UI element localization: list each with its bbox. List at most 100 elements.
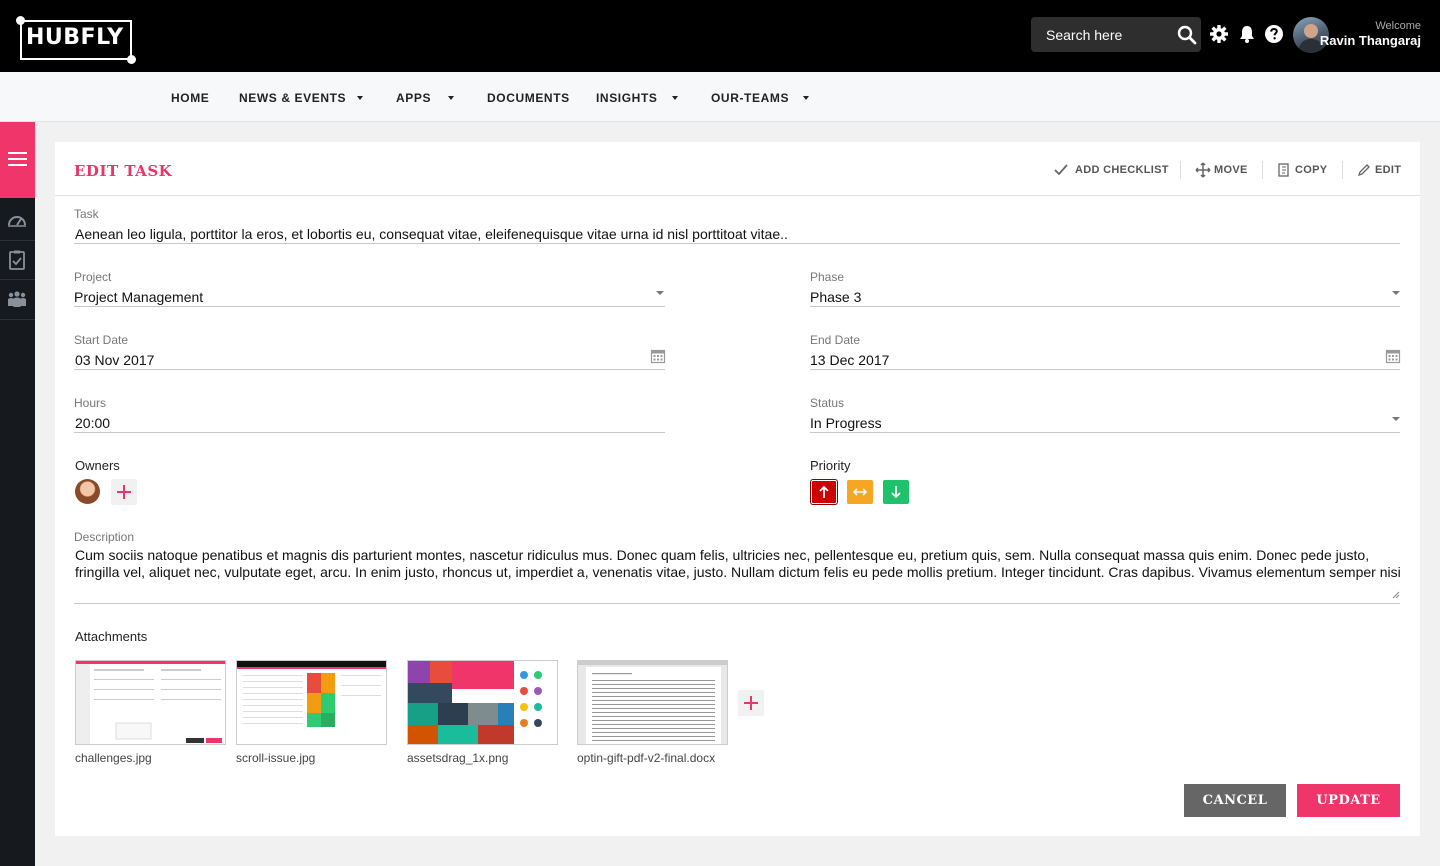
chevron-down-icon[interactable] — [672, 96, 678, 100]
move-button[interactable]: MOVE — [1195, 162, 1247, 178]
priority-high-button[interactable] — [811, 480, 837, 504]
project-select[interactable]: Project Management — [74, 289, 203, 305]
add-attachment-button[interactable] — [738, 690, 764, 716]
end-date-underline — [810, 369, 1400, 370]
copy-icon — [1278, 163, 1289, 177]
edit-label: EDIT — [1375, 164, 1402, 176]
project-label: Project — [74, 270, 112, 284]
menu-icon — [8, 158, 27, 160]
chevron-down-icon[interactable] — [803, 96, 809, 100]
nav-item-our-teams[interactable]: OUR-TEAMS — [711, 91, 789, 105]
calendar-icon[interactable] — [650, 348, 666, 364]
menu-icon — [8, 164, 27, 166]
add-checklist-button[interactable]: ADD CHECKLIST — [1053, 162, 1168, 178]
arrow-down-icon — [891, 486, 901, 499]
attachment-filename[interactable]: optin-gift-pdf-v2-final.docx — [577, 751, 715, 765]
bell-icon[interactable] — [1237, 24, 1257, 44]
cancel-button[interactable]: CANCEL — [1184, 784, 1286, 817]
hours-underline — [74, 432, 665, 433]
status-underline — [810, 432, 1400, 433]
chevron-down-icon[interactable] — [357, 96, 363, 100]
search-box[interactable]: Search here — [1031, 17, 1201, 52]
move-label: MOVE — [1214, 164, 1248, 176]
phase-label: Phase — [810, 270, 845, 284]
user-name[interactable]: Ravin Thangaraj — [1320, 33, 1421, 48]
menu-icon — [8, 152, 27, 154]
task-underline — [74, 243, 1400, 244]
chevron-down-icon[interactable] — [1392, 417, 1400, 421]
attachment-thumbnail[interactable] — [75, 660, 226, 745]
calendar-icon[interactable] — [1385, 348, 1401, 364]
nav-item-documents[interactable]: DOCUMENTS — [487, 91, 570, 105]
nav-item-home[interactable]: HOME — [171, 91, 209, 105]
attachment-preview — [408, 661, 542, 744]
owners-label: Owners — [75, 458, 120, 473]
description-underline — [74, 603, 1400, 604]
owner-avatar[interactable] — [75, 479, 100, 504]
menu-toggle-button[interactable] — [0, 122, 35, 198]
checkmark-icon — [1054, 164, 1068, 176]
left-sidebar — [0, 122, 35, 866]
start-date-input[interactable]: 03 Nov 2017 — [75, 352, 154, 368]
sidebar-divider — [0, 319, 35, 320]
search-icon[interactable] — [1177, 25, 1197, 45]
chevron-down-icon[interactable] — [1392, 291, 1400, 295]
attachment-thumbnail[interactable] — [407, 660, 558, 745]
description-textarea[interactable]: Cum sociis natoque penatibus et magnis d… — [75, 547, 1405, 581]
project-underline — [74, 306, 665, 307]
attachment-thumbnail[interactable] — [577, 660, 728, 745]
logo-text: HUBFLY — [26, 25, 124, 50]
attachment-preview — [578, 661, 727, 744]
copy-button[interactable]: COPY — [1276, 162, 1328, 178]
resize-handle-icon[interactable] — [1392, 591, 1400, 599]
attachment-filename[interactable]: challenges.jpg — [75, 751, 152, 765]
start-date-underline — [74, 369, 665, 370]
attachment-thumbnail[interactable] — [236, 660, 387, 745]
add-owner-button[interactable] — [111, 479, 137, 505]
status-select[interactable]: In Progress — [810, 415, 882, 431]
phase-select[interactable]: Phase 3 — [810, 289, 861, 305]
pencil-icon — [1357, 164, 1370, 177]
end-date-input[interactable]: 13 Dec 2017 — [810, 352, 889, 368]
priority-medium-button[interactable] — [847, 480, 873, 504]
gear-icon[interactable] — [1209, 24, 1229, 44]
end-date-label: End Date — [810, 333, 861, 347]
nav-item-apps[interactable]: APPS — [396, 91, 431, 105]
update-button[interactable]: UPDATE — [1297, 784, 1400, 817]
dashboard-icon[interactable] — [6, 209, 28, 231]
edit-button[interactable]: EDIT — [1356, 162, 1402, 178]
chevron-down-icon[interactable] — [448, 96, 454, 100]
hubfly-logo[interactable]: HUBFLY — [16, 16, 136, 64]
task-label: Task — [74, 207, 99, 221]
add-checklist-label: ADD CHECKLIST — [1075, 164, 1169, 176]
attachment-preview — [237, 661, 386, 727]
logo-dot — [16, 16, 25, 25]
arrow-left-right-icon — [852, 488, 868, 496]
attachment-filename[interactable]: assetsdrag_1x.png — [407, 751, 508, 765]
priority-label: Priority — [810, 458, 851, 473]
attachments-label: Attachments — [75, 629, 148, 644]
action-divider — [1180, 161, 1181, 179]
nav-item-insights[interactable]: INSIGHTS — [596, 91, 657, 105]
team-icon[interactable] — [6, 288, 28, 310]
copy-label: COPY — [1295, 164, 1328, 176]
edit-task-panel: EDIT TASK ADD CHECKLIST MOVE COPY EDIT T… — [55, 142, 1420, 836]
attachment-filename[interactable]: scroll-issue.jpg — [236, 751, 315, 765]
attachment-preview — [76, 661, 225, 744]
chevron-down-icon[interactable] — [656, 291, 664, 295]
description-label: Description — [74, 530, 135, 544]
phase-underline — [810, 306, 1400, 307]
status-label: Status — [810, 396, 845, 410]
hours-label: Hours — [74, 396, 107, 410]
task-input[interactable]: Aenean leo ligula, porttitor la eros, et… — [75, 226, 788, 242]
hours-input[interactable]: 20:00 — [75, 415, 110, 431]
nav-item-news-events[interactable]: NEWS & EVENTS — [239, 91, 346, 105]
start-date-label: Start Date — [74, 333, 129, 347]
priority-low-button[interactable] — [883, 480, 909, 504]
help-icon[interactable] — [1264, 24, 1284, 44]
search-input[interactable]: Search here — [1046, 27, 1122, 43]
arrow-up-icon — [819, 485, 829, 498]
clipboard-check-icon[interactable] — [6, 249, 28, 271]
main-nav: HOME NEWS & EVENTS APPS DOCUMENTS INSIGH… — [0, 72, 1440, 122]
header-divider — [55, 195, 1420, 196]
